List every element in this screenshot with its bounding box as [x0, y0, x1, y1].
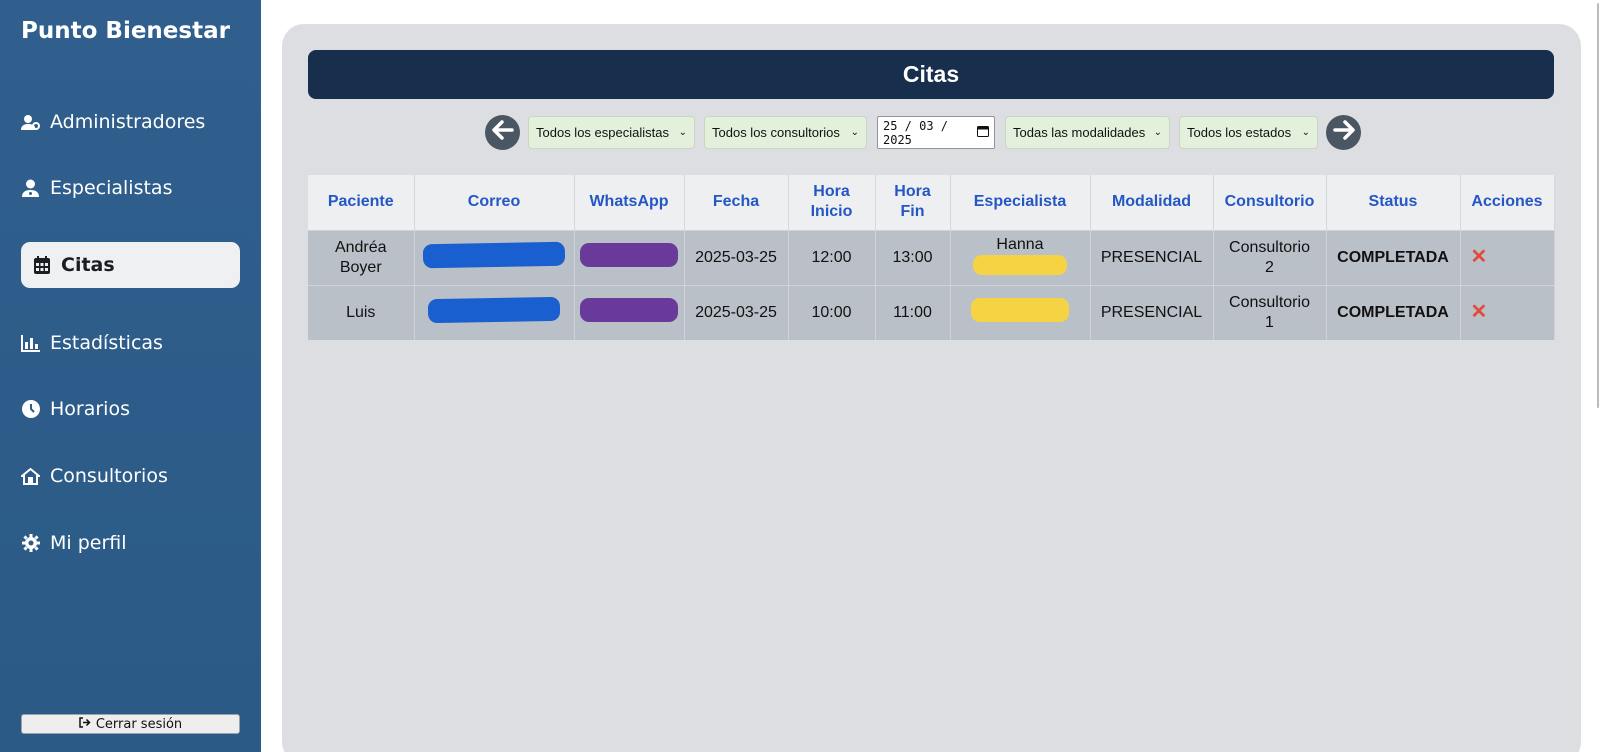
date-filter-value: 25 / 03 / 2025	[883, 118, 949, 147]
scrollbar-thumb[interactable]	[1597, 3, 1599, 408]
cell-fecha: 2025-03-25	[684, 229, 789, 285]
column-header: Fecha	[684, 175, 789, 230]
sidebar-item-label: Especialistas	[50, 177, 173, 199]
status-badge: COMPLETADA	[1326, 284, 1461, 340]
user-doctor-icon	[21, 179, 40, 198]
sidebar-item-mi-perfil[interactable]: Mi perfil	[21, 520, 240, 566]
modality-filter-value: Todas las modalidades	[1013, 125, 1146, 140]
sidebar-item-especialistas[interactable]: Especialistas	[21, 165, 240, 211]
modality-filter-select[interactable]: Todas las modalidades ⌄	[1005, 116, 1170, 149]
redacted-email	[427, 296, 561, 323]
page-title: Citas	[902, 61, 960, 87]
logout-label: Cerrar sesión	[95, 716, 183, 732]
cell-whatsapp	[574, 229, 685, 285]
cell-correo	[414, 229, 575, 285]
table-header-row: Paciente Correo WhatsApp Fecha Hora Inic…	[308, 175, 1555, 230]
calendar-icon	[32, 256, 51, 275]
cell-acciones: ✕	[1460, 229, 1555, 285]
cell-modalidad: PRESENCIAL	[1090, 284, 1214, 340]
appointments-table: Paciente Correo WhatsApp Fecha Hora Inic…	[308, 175, 1555, 340]
cell-hora-inicio: 10:00	[788, 284, 876, 340]
main-panel: Citas Todos los especialistas ⌄ Todos lo…	[282, 24, 1581, 752]
page-scrollbar[interactable]	[1594, 0, 1600, 420]
prev-day-button[interactable]	[485, 115, 520, 150]
sidebar-item-citas[interactable]: Citas	[21, 242, 240, 288]
cell-acciones: ✕	[1460, 284, 1555, 340]
sidebar-item-label: Horarios	[50, 398, 130, 420]
logout-button[interactable]: Cerrar sesión	[21, 714, 240, 734]
office-filter-select[interactable]: Todos los consultorios ⌄	[704, 116, 867, 149]
sidebar-item-label: Administradores	[50, 111, 206, 133]
column-header: Especialista	[950, 175, 1091, 230]
cell-whatsapp	[574, 284, 685, 340]
column-header: Acciones	[1460, 175, 1555, 230]
cell-correo	[414, 284, 575, 340]
arrow-left-icon	[490, 117, 516, 148]
redacted-specialist-name	[971, 297, 1069, 322]
chevron-down-icon: ⌄	[1153, 127, 1162, 138]
house-icon	[21, 467, 40, 486]
calendar-picker-icon[interactable]	[977, 125, 989, 140]
table-row: Andréa Boyer 2025-03-25 12:00 13:00 Hann…	[308, 229, 1555, 285]
sidebar-item-label: Consultorios	[50, 465, 168, 487]
date-filter-input[interactable]: 25 / 03 / 2025	[877, 116, 995, 149]
sidebar-item-label: Estadísticas	[50, 332, 163, 354]
user-gear-icon	[21, 113, 40, 132]
redacted-whatsapp	[580, 297, 678, 322]
clock-icon	[21, 400, 40, 419]
column-header: Correo	[414, 175, 575, 230]
column-header: Modalidad	[1090, 175, 1214, 230]
column-header: Hora Fin	[875, 175, 951, 230]
column-header: WhatsApp	[574, 175, 685, 230]
sidebar-item-estadisticas[interactable]: Estadísticas	[21, 320, 240, 366]
sign-out-icon	[79, 716, 91, 732]
office-filter-value: Todos los consultorios	[712, 125, 840, 140]
specialist-name: Hanna	[996, 235, 1044, 253]
cell-consultorio: Consultorio 2	[1213, 229, 1327, 285]
sidebar-item-label: Citas	[61, 254, 115, 276]
arrow-right-icon	[1331, 117, 1357, 148]
cell-consultorio: Consultorio 1	[1213, 284, 1327, 340]
sidebar-item-horarios[interactable]: Horarios	[21, 386, 240, 432]
column-header: Status	[1326, 175, 1461, 230]
redacted-specialist-surname	[973, 254, 1067, 275]
redacted-whatsapp	[580, 242, 678, 267]
bar-chart-icon	[21, 334, 40, 353]
delete-icon[interactable]: ✕	[1471, 301, 1488, 323]
cell-modalidad: PRESENCIAL	[1090, 229, 1214, 285]
gear-icon	[21, 534, 40, 553]
brand-title: Punto Bienestar	[21, 18, 230, 44]
next-day-button[interactable]	[1326, 115, 1361, 150]
status-badge: COMPLETADA	[1326, 229, 1461, 285]
page-title-bar: Citas	[308, 50, 1554, 99]
specialist-filter-value: Todos los especialistas	[536, 125, 669, 140]
sidebar-item-label: Mi perfil	[50, 532, 127, 554]
sidebar-item-administradores[interactable]: Administradores	[21, 99, 240, 145]
chevron-down-icon: ⌄	[678, 127, 687, 138]
cell-especialista	[950, 284, 1091, 340]
status-filter-select[interactable]: Todos los estados ⌄	[1179, 116, 1318, 149]
column-header: Hora Inicio	[788, 175, 876, 230]
chevron-down-icon: ⌄	[1301, 127, 1310, 138]
specialist-filter-select[interactable]: Todos los especialistas ⌄	[528, 116, 695, 149]
status-filter-value: Todos los estados	[1187, 125, 1292, 140]
cell-hora-fin: 13:00	[875, 229, 951, 285]
redacted-email	[422, 241, 566, 268]
cell-hora-inicio: 12:00	[788, 229, 876, 285]
cell-hora-fin: 11:00	[875, 284, 951, 340]
sidebar: Punto Bienestar Administradores Especial…	[0, 0, 261, 752]
cell-paciente: Andréa Boyer	[308, 229, 415, 285]
cell-fecha: 2025-03-25	[684, 284, 789, 340]
cell-especialista: Hanna	[950, 229, 1091, 285]
column-header: Paciente	[308, 175, 415, 230]
table-row: Luis 2025-03-25 10:00 11:00 PRESENCIAL C…	[308, 284, 1555, 340]
column-header: Consultorio	[1213, 175, 1327, 230]
delete-icon[interactable]: ✕	[1471, 246, 1488, 268]
sidebar-item-consultorios[interactable]: Consultorios	[21, 453, 240, 499]
chevron-down-icon: ⌄	[850, 127, 859, 138]
filter-bar: Todos los especialistas ⌄ Todos los cons…	[282, 115, 1581, 150]
cell-paciente: Luis	[308, 284, 415, 340]
